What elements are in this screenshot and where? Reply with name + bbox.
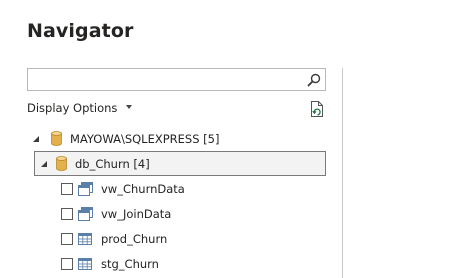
item-label: prod_Churn xyxy=(101,231,168,246)
view-icon xyxy=(78,206,93,221)
item-checkbox[interactable] xyxy=(61,257,73,270)
expanded-triangle-icon[interactable] xyxy=(41,160,47,167)
tree-node-server[interactable]: MAYOWA\SQLEXPRESS [5] xyxy=(33,127,219,150)
tree-item-vw-joindata[interactable]: vw_JoinData xyxy=(61,202,171,225)
item-label: vw_JoinData xyxy=(101,206,172,221)
pane-divider[interactable] xyxy=(342,68,343,278)
chevron-down-icon xyxy=(126,105,133,109)
table-icon xyxy=(78,232,92,245)
tree-item-stg-churn[interactable]: stg_Churn xyxy=(61,252,159,275)
item-checkbox[interactable] xyxy=(61,232,73,245)
search-input[interactable] xyxy=(31,71,301,88)
search-icon[interactable] xyxy=(306,72,322,88)
item-checkbox[interactable] xyxy=(61,207,73,220)
view-icon xyxy=(78,181,93,196)
database-icon xyxy=(51,131,62,146)
table-icon xyxy=(78,257,92,270)
item-label: stg_Churn xyxy=(101,256,159,271)
display-options-label: Display Options xyxy=(27,101,118,115)
database-icon xyxy=(56,156,67,171)
server-label: MAYOWA\SQLEXPRESS [5] xyxy=(70,131,220,146)
item-checkbox[interactable] xyxy=(61,182,73,195)
display-options-dropdown[interactable]: Display Options xyxy=(27,101,133,115)
item-label: vw_ChurnData xyxy=(101,181,185,196)
page-title: Navigator xyxy=(27,20,134,42)
database-label: db_Churn [4] xyxy=(75,156,150,171)
expanded-triangle-icon[interactable] xyxy=(33,135,39,142)
search-box[interactable] xyxy=(27,68,326,91)
tree-item-prod-churn[interactable]: prod_Churn xyxy=(61,227,167,250)
tree-item-vw-churndata[interactable]: vw_ChurnData xyxy=(61,177,185,200)
refresh-icon[interactable] xyxy=(309,100,325,118)
tree-node-database[interactable]: db_Churn [4] xyxy=(34,151,326,176)
